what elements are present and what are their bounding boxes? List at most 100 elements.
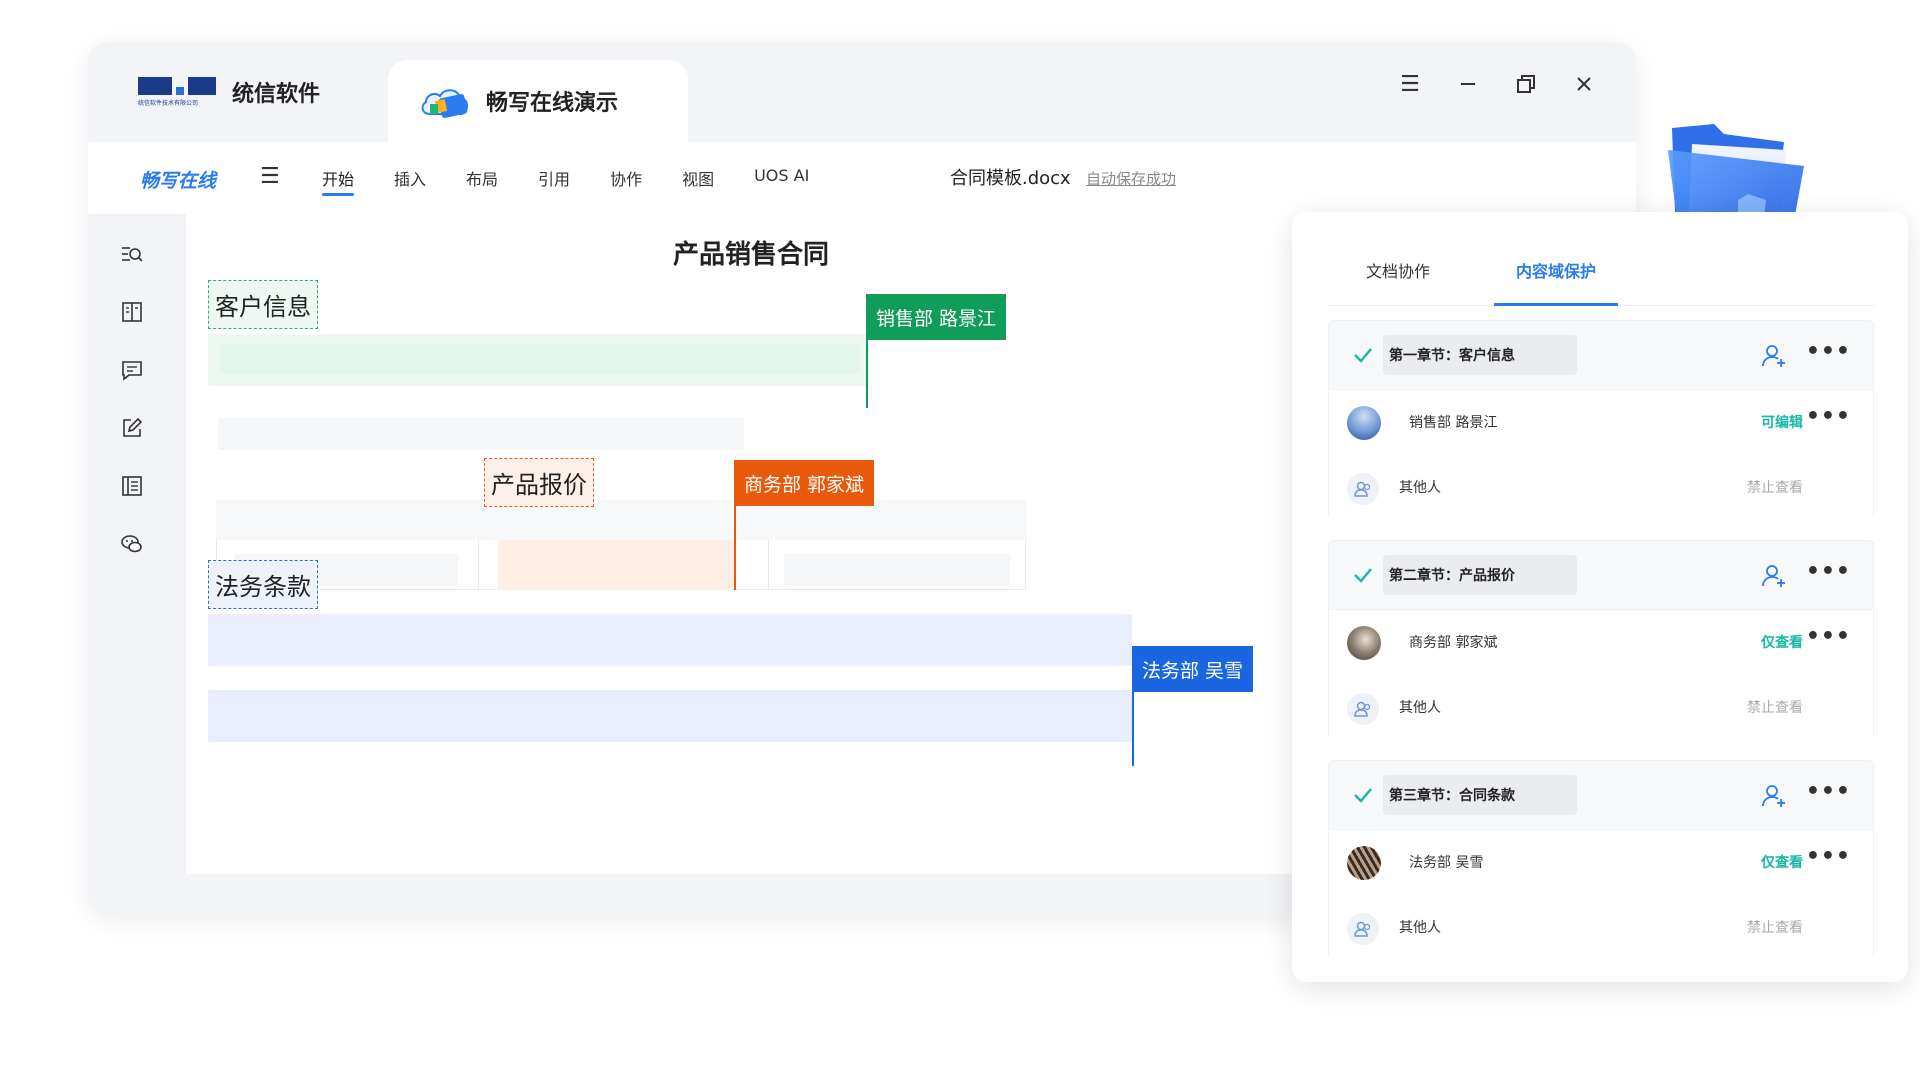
book-icon[interactable] [120,300,144,324]
owner-tag-legal: 法务部 吴雪 [1132,646,1254,692]
member-name: 销售部 路景江 [1409,415,1498,431]
member-name: 其他人 [1399,480,1441,496]
member-row[interactable]: 法务部 吴雪 仅查看 ••• [1329,829,1873,895]
group-icon [1347,913,1379,945]
member-row[interactable]: 销售部 路景江 可编辑 ••• [1329,389,1873,455]
avatar [1347,626,1381,660]
more-icon[interactable]: ••• [1806,624,1851,649]
chapter-header[interactable]: 第一章节：客户信息 ••• [1329,321,1873,389]
minimize-icon[interactable] [1456,72,1480,96]
member-row[interactable]: 其他人 禁止查看 [1329,895,1873,961]
more-icon[interactable]: ••• [1806,339,1851,364]
group-icon [1347,693,1379,725]
document-title: 产品销售合同 [672,240,829,270]
menu-icon[interactable]: ☰ [1398,72,1422,97]
outline-icon[interactable] [120,474,144,498]
menu-item-view[interactable]: 视图 [682,166,714,196]
chapter-header[interactable]: 第二章节：产品报价 ••• [1329,541,1873,609]
window-controls: ☰ [1398,72,1596,97]
add-user-icon[interactable] [1761,563,1787,589]
owner-tag-sales: 销售部 路景江 [866,294,1007,340]
brand-name: 统信软件 [232,82,321,107]
titlebar: 统信软件技术有限公司 统信软件 畅写在线演示 ☰ [88,42,1636,142]
menu-item-insert[interactable]: 插入 [394,166,426,196]
comment-icon[interactable] [120,358,144,382]
add-user-icon[interactable] [1761,343,1787,369]
search-list-icon[interactable] [120,242,144,266]
chapter-title: 第二章节：产品报价 [1383,555,1577,595]
table-cell [784,554,1010,586]
active-tab-label: 畅写在线演示 [486,91,619,116]
panel-tabs: 文档协作 内容域保护 [1328,256,1874,306]
member-row[interactable]: 其他人 禁止查看 [1329,675,1873,741]
section-label-quote[interactable]: 产品报价 [484,458,594,507]
permission-label[interactable]: 禁止查看 [1747,917,1803,937]
more-icon[interactable]: ••• [1806,404,1851,429]
chat-icon[interactable] [120,532,144,556]
owner-tag-business: 商务部 郭家斌 [734,460,875,506]
table-divider [478,540,479,590]
section-quote-marker [734,494,736,590]
member-name: 其他人 [1399,920,1441,936]
menu-item-reference[interactable]: 引用 [538,166,570,196]
tab-brand[interactable]: 统信软件技术有限公司 统信软件 [88,42,388,142]
more-icon[interactable]: ••• [1806,559,1851,584]
menu-item-collaborate[interactable]: 协作 [610,166,642,196]
more-icon[interactable]: ••• [1806,779,1851,804]
permission-label[interactable]: 禁止查看 [1747,477,1803,497]
autosave-status[interactable]: 自动保存成功 [1086,168,1176,189]
permission-label[interactable]: 禁止查看 [1747,697,1803,717]
add-user-icon[interactable] [1761,783,1787,809]
group-icon [1347,473,1379,505]
text-placeholder [218,418,744,450]
uos-logo: 统信软件技术有限公司 [138,77,218,107]
close-icon[interactable] [1572,72,1596,96]
check-icon [1354,788,1372,803]
table-divider [768,540,769,590]
stage: 统信软件技术有限公司 统信软件 畅写在线演示 ☰ 畅写在线 ☰ 开始 插入 布局… [0,0,1920,1085]
menu-item-layout[interactable]: 布局 [466,166,498,196]
member-row[interactable]: 商务部 郭家斌 仅查看 ••• [1329,609,1873,675]
member-row[interactable]: 其他人 禁止查看 [1329,455,1873,521]
chapter-card-1: 第一章节：客户信息 ••• 销售部 路景江 可编辑 ••• 其他人 禁止查看 [1328,320,1874,521]
member-name: 法务部 吴雪 [1409,855,1484,871]
avatar [1347,406,1381,440]
brand-sub: 统信软件技术有限公司 [138,100,199,107]
more-icon[interactable]: ••• [1806,844,1851,869]
permission-label[interactable]: 仅查看 [1761,852,1803,872]
permission-label[interactable]: 仅查看 [1761,632,1803,652]
member-name: 其他人 [1399,700,1441,716]
table-cell-highlight [498,540,734,590]
side-rail [88,214,186,914]
tab-content-protection[interactable]: 内容域保护 [1493,256,1619,306]
menu-item-uos-ai[interactable]: UOS AI [754,166,809,196]
permission-label[interactable]: 可编辑 [1761,412,1803,432]
main-menu: 开始 插入 布局 引用 协作 视图 UOS AI [322,166,809,196]
chapter-header[interactable]: 第三章节：合同条款 ••• [1329,761,1873,829]
tab-collaboration[interactable]: 文档协作 [1366,256,1430,306]
app-brand[interactable]: 畅写在线 [140,166,216,193]
section-legal-field-2[interactable] [208,690,1132,742]
chapter-card-3: 第三章节：合同条款 ••• 法务部 吴雪 仅查看 ••• 其他人 禁止查看 [1328,760,1874,961]
menu-item-start[interactable]: 开始 [322,166,355,196]
section-label-legal[interactable]: 法务条款 [208,560,318,609]
protection-panel: 文档协作 内容域保护 第一章节：客户信息 ••• 销售部 路景江 可编辑 ••• [1292,212,1908,982]
quote-table-header [216,500,1026,540]
tab-active-presentation[interactable]: 畅写在线演示 [388,60,688,142]
chapter-card-2: 第二章节：产品报价 ••• 商务部 郭家斌 仅查看 ••• 其他人 禁止查看 [1328,540,1874,741]
restore-icon[interactable] [1514,72,1538,96]
chapter-title: 第一章节：客户信息 [1383,335,1577,375]
avatar [1347,846,1381,880]
edit-icon[interactable] [120,416,144,440]
chapter-title: 第三章节：合同条款 [1383,775,1577,815]
section-customer-placeholder [220,344,860,374]
hamburger-icon[interactable]: ☰ [260,164,280,189]
member-name: 商务部 郭家斌 [1409,635,1498,651]
section-label-customer[interactable]: 客户信息 [208,280,318,329]
section-legal-field-1[interactable] [208,614,1132,666]
document-page[interactable]: 产品销售合同 客户信息 销售部 路景江 产品报价 商务部 郭家斌 法务条款 法务… [186,214,1316,874]
document-name: 合同模板.docx [950,168,1071,189]
cloud-icon [421,89,468,118]
check-icon [1354,348,1372,363]
check-icon [1354,568,1372,583]
